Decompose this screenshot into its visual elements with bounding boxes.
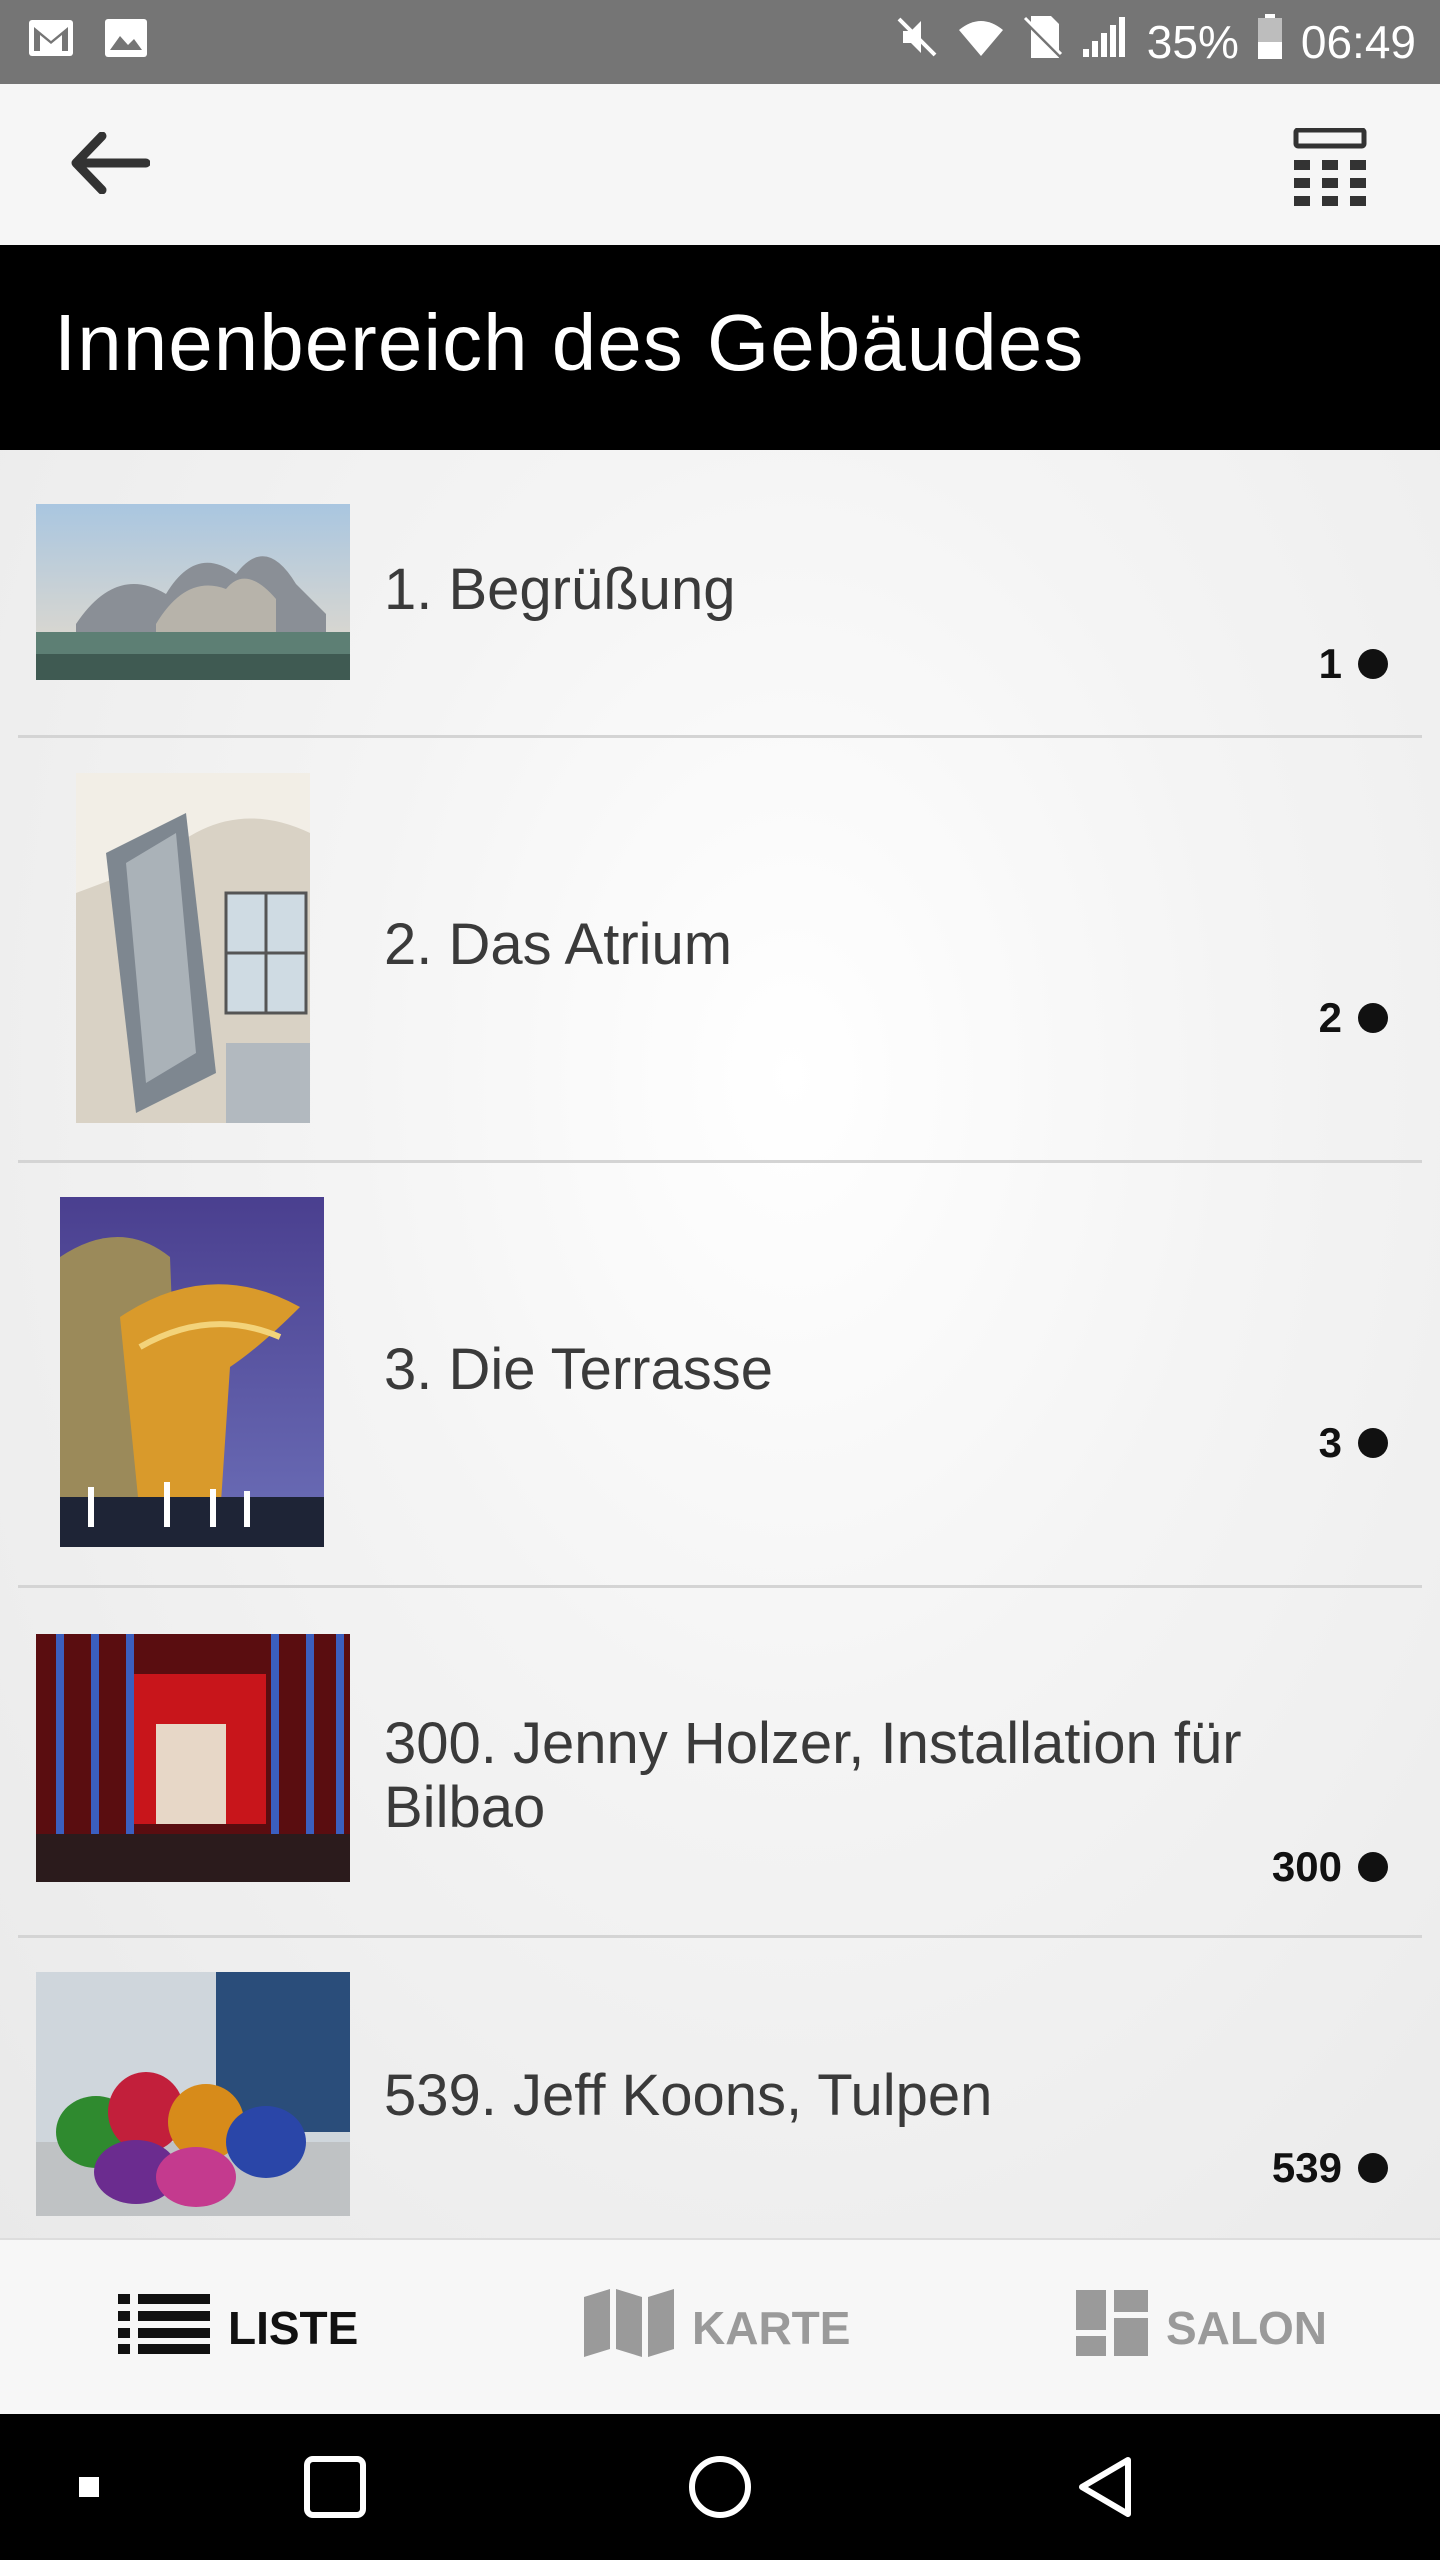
item-title: 1. Begrüßung: [384, 557, 736, 622]
section-title: Innenbereich des Gebäudes: [54, 298, 1085, 387]
system-nav-bar: [0, 2414, 1440, 2560]
keypad-button[interactable]: [1280, 120, 1380, 220]
app-bar: [0, 84, 1440, 245]
list-item[interactable]: 3. Die Terrasse 3: [0, 1163, 1440, 1585]
overview-button[interactable]: [290, 2444, 380, 2534]
item-number-label: 300: [1271, 1843, 1342, 1890]
item-number: 539: [1272, 2144, 1388, 2192]
gallery-icon: [104, 18, 148, 63]
keypad-icon: [1292, 127, 1368, 213]
bullet-icon: [1358, 2153, 1388, 2183]
item-title: 2. Das Atrium: [384, 912, 733, 977]
back-nav-button[interactable]: [1060, 2444, 1150, 2534]
mute-icon: [895, 15, 939, 70]
item-thumbnail: [36, 504, 350, 680]
home-circle-icon: [686, 2453, 754, 2526]
tab-karte[interactable]: KARTE: [584, 2240, 850, 2416]
tab-karte-label: KARTE: [692, 2302, 851, 2354]
tab-salon[interactable]: SALON: [1076, 2240, 1327, 2416]
dashboard-icon: [1076, 2289, 1148, 2367]
wifi-icon: [957, 15, 1005, 69]
item-number-label: 2: [1318, 994, 1342, 1041]
list-item[interactable]: 300. Jenny Holzer, Installation für Bilb…: [0, 1588, 1440, 1935]
clock: 06:49: [1300, 16, 1416, 68]
list-icon: [118, 2292, 210, 2365]
home-button[interactable]: [675, 2444, 765, 2534]
section-header: Innenbereich des Gebäudes: [0, 245, 1440, 450]
item-title: 539. Jeff Koons, Tulpen: [384, 2063, 993, 2128]
item-number: 2: [1319, 994, 1388, 1042]
bullet-icon: [1358, 1428, 1388, 1458]
item-thumbnail: [60, 1197, 324, 1547]
item-thumbnail: [36, 1634, 350, 1882]
item-thumbnail: [76, 773, 310, 1123]
item-number-label: 539: [1271, 2144, 1342, 2191]
stop-list: 1. Begrüßung 1 2. Das Atrium 2 3. Die Te…: [0, 450, 1440, 2238]
arrow-left-icon: [70, 131, 151, 199]
tab-salon-label: SALON: [1166, 2302, 1327, 2354]
item-number-label: 1: [1318, 640, 1342, 687]
battery-percent: 35%: [1146, 16, 1239, 68]
map-icon: [584, 2287, 674, 2370]
bullet-icon: [1358, 1852, 1388, 1882]
back-button[interactable]: [60, 120, 160, 210]
item-number: 1: [1319, 640, 1388, 688]
list-item[interactable]: 1. Begrüßung 1: [0, 450, 1440, 735]
item-title: 3. Die Terrasse: [384, 1337, 773, 1402]
status-bar: 35% 06:49: [0, 0, 1440, 84]
tab-liste[interactable]: LISTE: [118, 2240, 358, 2416]
back-triangle-icon: [1074, 2454, 1136, 2525]
item-thumbnail: [36, 1972, 350, 2216]
no-sim-icon: [1023, 14, 1063, 71]
square-icon: [303, 2455, 367, 2524]
list-item[interactable]: 2. Das Atrium 2: [0, 738, 1440, 1160]
recents-dot-button[interactable]: [44, 2444, 134, 2534]
list-item[interactable]: 539. Jeff Koons, Tulpen 539: [0, 1938, 1440, 2238]
battery-icon: [1257, 13, 1283, 71]
recents-dot-icon: [77, 2475, 101, 2504]
gmail-icon: [28, 19, 74, 62]
item-number: 300: [1272, 1843, 1388, 1891]
bullet-icon: [1358, 649, 1388, 679]
signal-icon: [1081, 15, 1129, 70]
bottom-tab-bar: LISTE KARTE SALON: [0, 2238, 1440, 2414]
item-title: 300. Jenny Holzer, Installation für Bilb…: [384, 1711, 1242, 1840]
tab-liste-label: LISTE: [228, 2302, 359, 2354]
bullet-icon: [1358, 1003, 1388, 1033]
item-number-label: 3: [1318, 1419, 1342, 1466]
item-number: 3: [1319, 1419, 1388, 1467]
